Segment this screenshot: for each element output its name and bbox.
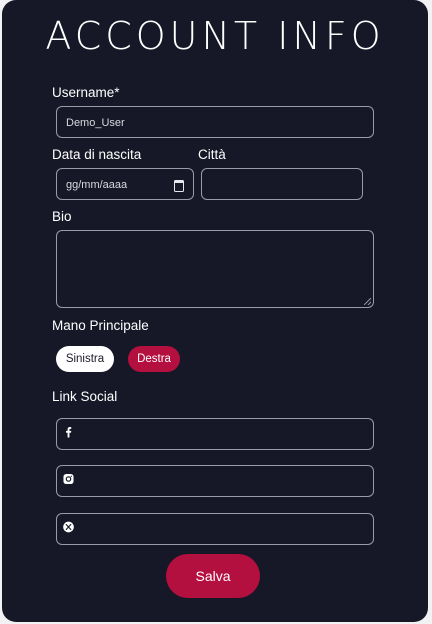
page-title: ACCOUNT INFO	[45, 14, 385, 58]
facebook-icon	[66, 427, 72, 438]
username-input[interactable]: Demo_User	[56, 106, 374, 138]
social-links-label: Link Social	[52, 389, 118, 404]
account-info-card: ACCOUNT INFO Username* Demo_User Data di…	[2, 0, 428, 622]
birth-date-label: Data di nascita	[52, 147, 142, 162]
resize-handle-icon[interactable]	[364, 298, 371, 305]
birth-date-placeholder: gg/mm/aaaa	[66, 179, 128, 191]
calendar-icon[interactable]	[174, 180, 184, 192]
facebook-link-input[interactable]	[56, 418, 374, 450]
handedness-option-destra[interactable]: Destra	[128, 346, 180, 372]
x-link-input[interactable]	[56, 513, 374, 545]
birth-date-input[interactable]: gg/mm/aaaa	[56, 168, 194, 200]
bio-label: Bio	[52, 209, 72, 224]
username-value: Demo_User	[66, 117, 125, 129]
city-label: Città	[198, 147, 226, 162]
bio-textarea[interactable]	[56, 230, 374, 308]
city-input[interactable]	[201, 168, 363, 200]
x-icon	[63, 521, 74, 533]
username-label: Username*	[52, 85, 120, 100]
save-button[interactable]: Salva	[166, 554, 260, 598]
instagram-icon	[63, 473, 74, 485]
handedness-label: Mano Principale	[52, 318, 149, 333]
instagram-link-input[interactable]	[56, 465, 374, 497]
handedness-option-sinistra[interactable]: Sinistra	[56, 346, 114, 372]
